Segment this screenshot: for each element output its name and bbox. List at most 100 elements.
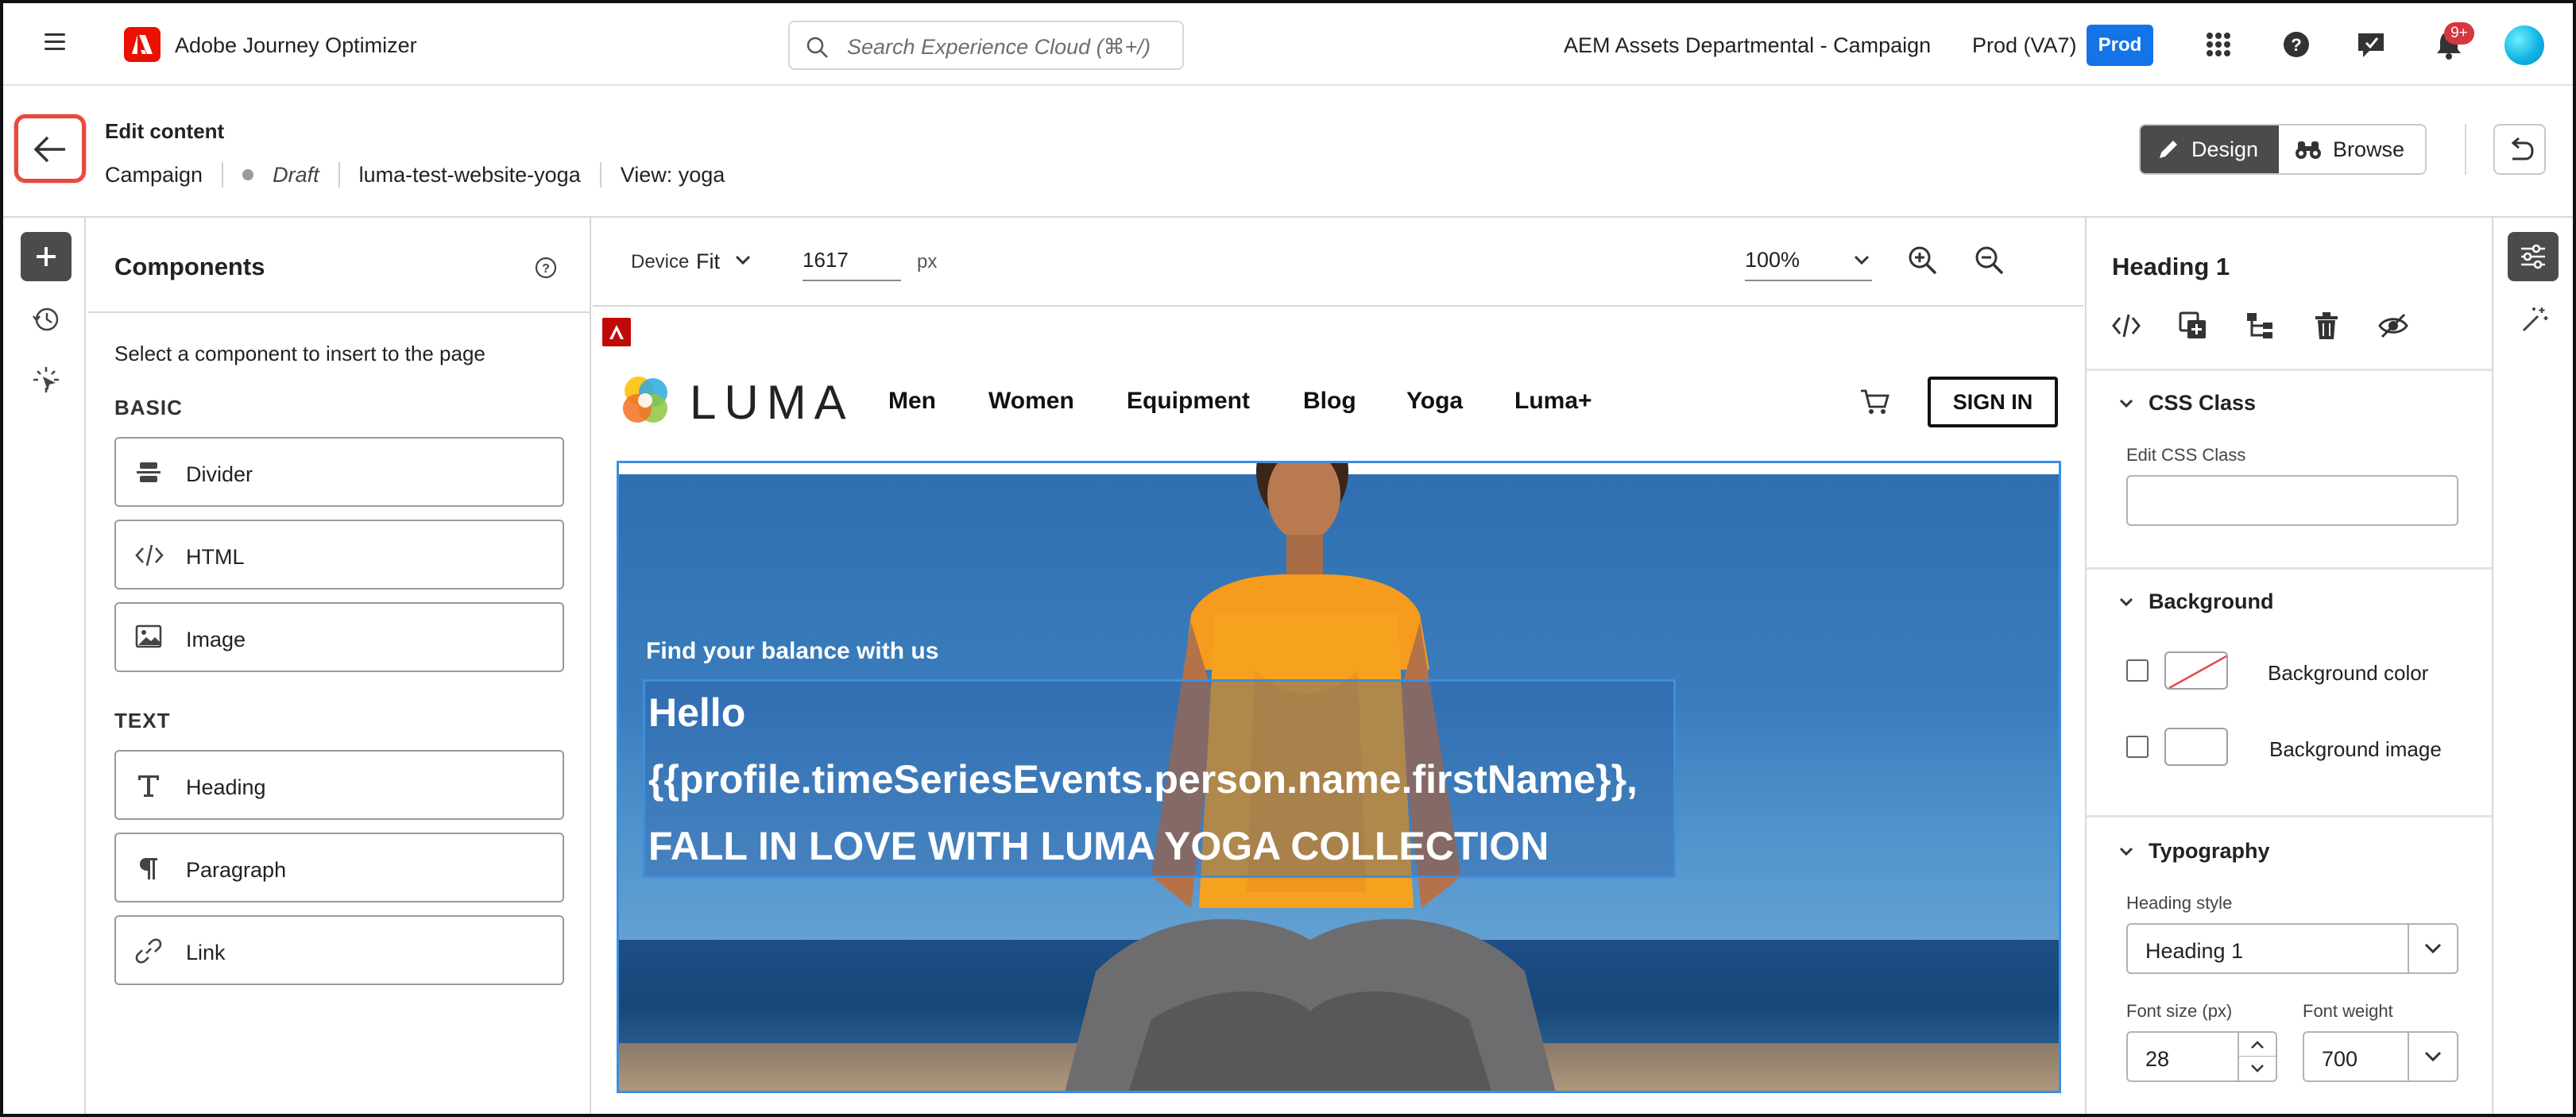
breadcrumb-separator [599,162,601,187]
select-element-icon[interactable] [32,365,60,398]
sign-in-button[interactable]: SIGN IN [1928,377,2058,427]
add-components-button[interactable] [21,232,72,281]
breadcrumb-view: View: yoga [620,162,725,187]
arrow-left-icon [33,136,65,163]
feedback-icon[interactable] [2354,27,2388,62]
site-nav-men[interactable]: Men [888,388,936,415]
image-label: Image [186,628,246,651]
magic-wand-icon[interactable] [2520,305,2549,338]
typography-section[interactable]: Typography [2118,839,2270,864]
mode-switcher: Design Browse [2139,124,2427,175]
chevron-down-icon [2119,847,2133,856]
apps-grid-icon[interactable] [2201,27,2236,62]
site-nav-women[interactable]: Women [988,388,1074,415]
hero-section[interactable]: Find your balance with us Hello {{profil… [617,461,2061,1093]
hero-subtitle[interactable]: Find your balance with us [646,638,938,665]
viewport-width-input[interactable]: 1617 [803,242,901,281]
font-weight-select[interactable]: 700 [2303,1031,2458,1082]
zoom-out-icon[interactable] [1974,245,2005,280]
css-class-section[interactable]: CSS Class [2118,391,2256,415]
menu-icon[interactable] [44,33,65,51]
chevron-down-icon[interactable] [1853,254,1870,265]
browse-mode-button[interactable]: Browse [2279,126,2426,173]
heading-component[interactable]: Heading [114,750,564,820]
link-component[interactable]: Link [114,915,564,985]
site-nav-yoga[interactable]: Yoga [1406,388,1463,415]
css-class-input[interactable] [2126,475,2458,526]
adobe-tag-icon [602,318,631,346]
app-title[interactable]: Adobe Journey Optimizer [175,33,417,58]
components-description: Select a component to insert to the page [114,342,485,365]
css-class-label: Edit CSS Class [2126,445,2246,465]
decrement-button[interactable] [2239,1057,2276,1080]
prod-sandbox-button[interactable]: Prod [2087,25,2153,66]
chevron-down-icon [2424,1051,2442,1062]
org-switcher[interactable]: AEM Assets Departmental - Campaign [1564,33,1931,58]
chevron-down-icon [2424,943,2442,954]
divider-component[interactable]: Divider [114,437,564,507]
history-icon[interactable] [32,305,60,338]
font-weight-label: Font weight [2303,1001,2393,1021]
site-nav-equipment[interactable]: Equipment [1127,388,1250,415]
hide-icon[interactable] [2377,310,2444,345]
edit-content-header: Edit content Campaign Draft luma-test-we… [3,86,2573,218]
hero-heading-line-2[interactable]: {{profile.timeSeriesEvents.person.name.f… [648,756,1638,802]
html-component[interactable]: HTML [114,520,564,589]
paragraph-icon [140,858,157,879]
cart-icon[interactable] [1859,388,1891,416]
link-icon [135,938,162,964]
luma-brand[interactable]: LUMA [690,375,854,430]
chevron-down-icon[interactable] [734,254,752,265]
search-input[interactable]: Search Experience Cloud (⌘+/) [788,21,1184,70]
chevron-up-icon [2251,1041,2264,1049]
help-icon[interactable]: ? [534,256,558,284]
background-image-swatch[interactable] [2164,728,2228,766]
background-image-checkbox[interactable] [2126,736,2149,758]
background-section[interactable]: Background [2118,589,2274,614]
breadcrumb-surface: luma-test-website-yoga [358,162,581,187]
heading-style-select[interactable]: Heading 1 [2126,923,2458,974]
site-nav-blog[interactable]: Blog [1303,388,1356,415]
heading-selected-block[interactable]: Hello {{profile.timeSeriesEvents.person.… [643,679,1676,878]
background-color-checkbox[interactable] [2126,659,2149,682]
design-mode-button[interactable]: Design [2141,126,2280,173]
hero-heading-line-3[interactable]: FALL IN LOVE WITH LUMA YOGA COLLECTION [648,823,1549,869]
font-size-value[interactable]: 28 [2145,1047,2169,1072]
panel-divider [87,311,590,313]
section-divider [2087,567,2492,570]
delete-icon[interactable] [2311,310,2377,345]
left-rail [3,218,86,1114]
heading-icon [138,775,159,797]
undo-button[interactable] [2493,124,2546,175]
properties-toggle-button[interactable] [2508,232,2559,281]
back-button[interactable] [14,114,86,183]
status-badge: Draft [273,162,319,187]
environment-label[interactable]: Prod (VA7) [1972,33,2077,58]
breadcrumb-separator [338,162,340,187]
html-label: HTML [186,545,245,569]
duplicate-icon[interactable] [2177,310,2244,345]
font-size-stepper[interactable]: 28 [2126,1031,2277,1082]
code-icon[interactable] [2110,310,2177,345]
background-color-swatch[interactable] [2164,651,2228,690]
components-panel: Components ? Select a component to inser… [87,218,591,1114]
heading-style-dropdown[interactable] [2408,925,2457,972]
svg-text:?: ? [2291,35,2301,55]
paragraph-component[interactable]: Paragraph [114,833,564,902]
properties-panel: Heading 1 CSS Class Edit CSS Class Backg… [2085,218,2493,1114]
undo-icon [2511,137,2534,160]
increment-button[interactable] [2239,1033,2276,1057]
page-title: Edit content [105,119,225,143]
canvas-toolbar: Device Fit 1617 px 100% [593,218,2083,307]
link-label: Link [186,941,226,964]
avatar[interactable] [2504,25,2544,65]
select-parent-icon[interactable] [2244,310,2311,345]
zoom-in-icon[interactable] [1907,245,1939,280]
image-component[interactable]: Image [114,602,564,672]
hero-heading-line-1[interactable]: Hello [648,690,745,736]
device-picker[interactable]: Fit [696,249,720,274]
font-weight-dropdown[interactable] [2408,1033,2457,1080]
site-nav-luma-plus[interactable]: Luma+ [1514,388,1592,415]
help-icon[interactable]: ? [2279,27,2314,62]
right-rail [2495,218,2573,1114]
